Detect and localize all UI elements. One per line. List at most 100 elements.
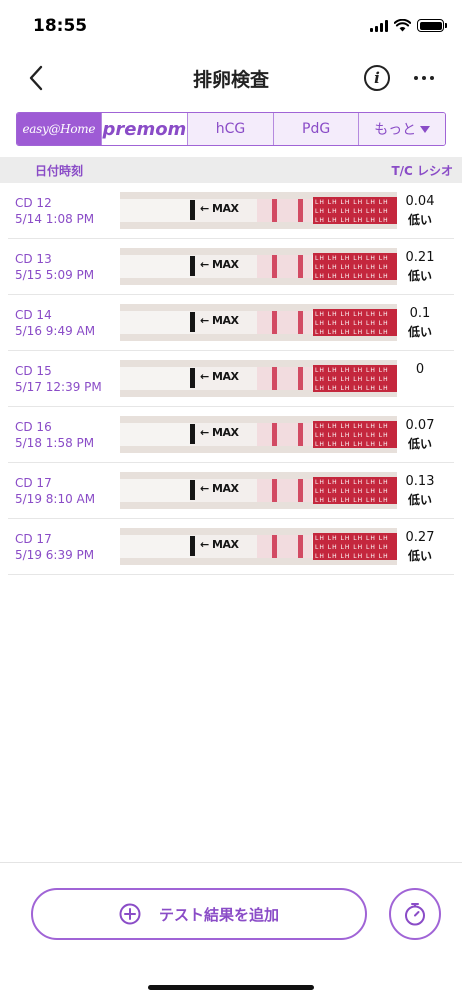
strip-result-window	[257, 423, 312, 446]
tab-more[interactable]: もっと	[359, 113, 445, 145]
brand-tabs: easy@Home premom hCG PdG もっと	[16, 112, 446, 146]
strip-max-label: ← MAX	[200, 314, 239, 327]
strip-test-line	[272, 479, 277, 502]
strip-test-line	[272, 199, 277, 222]
result-ratio: 0.21 低い	[400, 249, 440, 285]
strip-lh-label: LH LH LH LH LH LH LH LH LH LH LH LH LH L…	[313, 309, 397, 336]
result-row[interactable]: CD 14 5/16 9:49 AM ← MAX LH LH LH LH LH …	[8, 295, 454, 351]
nav-bar: 排卵検査 i	[0, 54, 462, 102]
result-ratio: 0.04 低い	[400, 193, 440, 229]
column-ratio-label: T/C レシオ	[391, 164, 453, 178]
strip-control-line	[298, 311, 303, 334]
page-title: 排卵検査	[192, 69, 269, 91]
timer-button[interactable]	[389, 888, 441, 940]
strip-max-label: ← MAX	[200, 258, 239, 271]
strip-lh-label: LH LH LH LH LH LH LH LH LH LH LH LH LH L…	[313, 365, 397, 392]
strip-test-line	[272, 535, 277, 558]
cycle-day: CD 15	[15, 364, 52, 378]
info-icon[interactable]: i	[364, 65, 390, 91]
result-date: CD 16 5/18 1:58 PM	[15, 419, 94, 451]
strip-lh-label: LH LH LH LH LH LH LH LH LH LH LH LH LH L…	[313, 533, 397, 560]
cycle-day: CD 17	[15, 532, 52, 546]
strip-marker	[190, 312, 195, 332]
timer-icon	[405, 903, 425, 926]
tab-premom[interactable]: premom	[101, 113, 189, 145]
strip-test-line	[272, 255, 277, 278]
tab-easy-home[interactable]: easy@Home	[17, 113, 102, 145]
ratio-value: 0	[415, 362, 425, 377]
test-strip-image: ← MAX LH LH LH LH LH LH LH LH LH LH LH L…	[120, 248, 397, 285]
tab-hcg[interactable]: hCG	[188, 113, 274, 145]
result-ratio: 0.07 低い	[400, 417, 440, 453]
strip-result-window	[257, 479, 312, 502]
ratio-status: 低い	[407, 213, 432, 227]
test-datetime: 5/19 6:39 PM	[15, 548, 95, 562]
status-bar: 18:55	[0, 0, 462, 54]
result-ratio: 0.27 低い	[400, 529, 440, 565]
strip-max-label: ← MAX	[200, 370, 239, 383]
result-row[interactable]: CD 13 5/15 5:09 PM ← MAX LH LH LH LH LH …	[8, 239, 454, 295]
result-row[interactable]: CD 17 5/19 6:39 PM ← MAX LH LH LH LH LH …	[8, 519, 454, 575]
result-row[interactable]: CD 12 5/14 1:08 PM ← MAX LH LH LH LH LH …	[8, 183, 454, 239]
result-date: CD 17 5/19 8:10 AM	[15, 475, 95, 507]
cycle-day: CD 13	[15, 252, 52, 266]
strip-test-line	[272, 311, 277, 334]
cellular-signal-icon	[370, 19, 388, 32]
status-icons	[370, 19, 447, 32]
test-strip-image: ← MAX LH LH LH LH LH LH LH LH LH LH LH L…	[120, 472, 397, 509]
cycle-day: CD 12	[15, 196, 52, 210]
strip-result-window	[257, 311, 312, 334]
test-datetime: 5/16 9:49 AM	[15, 324, 96, 338]
strip-max-label: ← MAX	[200, 538, 239, 551]
strip-control-line	[298, 255, 303, 278]
test-strip-image: ← MAX LH LH LH LH LH LH LH LH LH LH LH L…	[120, 416, 397, 453]
strip-marker	[190, 200, 195, 220]
tab-pdg[interactable]: PdG	[273, 113, 360, 145]
ratio-value: 0.04	[405, 194, 435, 209]
ratio-value: 0.13	[405, 474, 435, 489]
strip-lh-label: LH LH LH LH LH LH LH LH LH LH LH LH LH L…	[313, 477, 397, 504]
ratio-value: 0.27	[405, 530, 435, 545]
ratio-value: 0.1	[409, 306, 431, 321]
ratio-status: 低い	[407, 325, 432, 339]
more-options-icon[interactable]	[414, 76, 434, 80]
test-datetime: 5/18 1:58 PM	[15, 436, 95, 450]
result-ratio: 0	[400, 361, 440, 379]
result-ratio: 0.13 低い	[400, 473, 440, 509]
strip-lh-label: LH LH LH LH LH LH LH LH LH LH LH LH LH L…	[313, 197, 397, 224]
result-ratio: 0.1 低い	[400, 305, 440, 341]
cycle-day: CD 17	[15, 476, 52, 490]
results-list: CD 12 5/14 1:08 PM ← MAX LH LH LH LH LH …	[0, 183, 462, 575]
tab-more-label: もっと	[374, 122, 417, 138]
dropdown-triangle-icon	[420, 125, 431, 133]
wifi-icon	[394, 19, 411, 32]
result-date: CD 15 5/17 12:39 PM	[15, 363, 102, 395]
test-datetime: 5/14 1:08 PM	[15, 212, 95, 226]
strip-marker	[190, 480, 195, 500]
strip-result-window	[257, 367, 312, 390]
result-date: CD 13 5/15 5:09 PM	[15, 251, 94, 283]
add-test-result-button[interactable]: テスト結果を追加	[31, 888, 367, 940]
strip-marker	[190, 368, 195, 388]
ratio-status: 低い	[407, 437, 432, 451]
plus-circle-icon	[119, 903, 141, 925]
test-datetime: 5/19 8:10 AM	[15, 492, 96, 506]
strip-control-line	[298, 535, 303, 558]
strip-max-label: ← MAX	[200, 426, 239, 439]
test-datetime: 5/15 5:09 PM	[15, 268, 95, 282]
ratio-status: 低い	[407, 549, 432, 563]
result-row[interactable]: CD 17 5/19 8:10 AM ← MAX LH LH LH LH LH …	[8, 463, 454, 519]
add-test-result-label: テスト結果を追加	[158, 905, 279, 924]
result-row[interactable]: CD 16 5/18 1:58 PM ← MAX LH LH LH LH LH …	[8, 407, 454, 463]
status-time: 18:55	[33, 16, 88, 36]
result-row[interactable]: CD 15 5/17 12:39 PM ← MAX LH LH LH LH LH…	[8, 351, 454, 407]
ratio-status: 低い	[407, 269, 432, 283]
ratio-value: 0.21	[405, 250, 435, 265]
home-indicator[interactable]	[148, 985, 314, 990]
test-datetime: 5/17 12:39 PM	[15, 380, 102, 394]
strip-marker	[190, 424, 195, 444]
strip-result-window	[257, 255, 312, 278]
column-header: 日付時刻 T/C レシオ	[0, 157, 462, 183]
strip-control-line	[298, 479, 303, 502]
strip-lh-label: LH LH LH LH LH LH LH LH LH LH LH LH LH L…	[313, 421, 397, 448]
